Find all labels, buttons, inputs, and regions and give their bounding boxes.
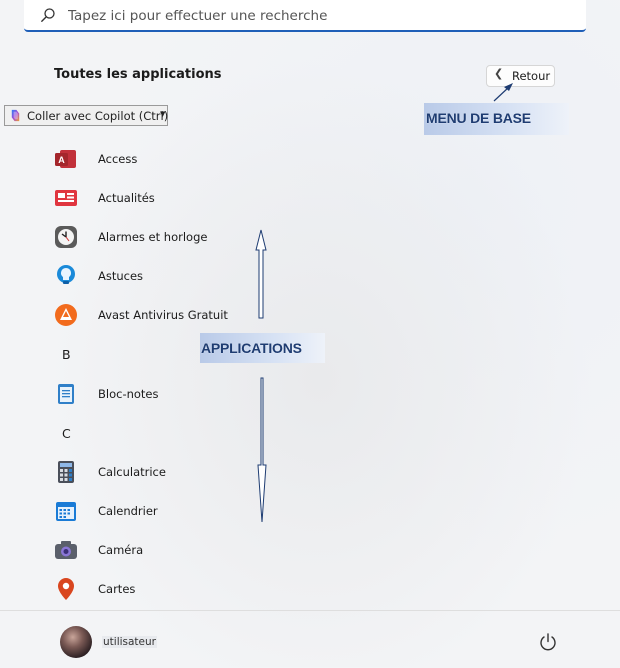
- app-actualites[interactable]: Actualités: [50, 180, 310, 216]
- avast-icon: [55, 304, 77, 326]
- app-cartes[interactable]: Cartes: [50, 571, 310, 607]
- letter-header-b[interactable]: B: [62, 347, 71, 362]
- caret-down-icon: ▼: [160, 110, 166, 118]
- calendar-icon: [56, 502, 76, 521]
- avatar[interactable]: [60, 626, 92, 658]
- annotation-applications: APPLICATIONS: [200, 333, 325, 363]
- app-access[interactable]: A Access: [50, 141, 310, 177]
- app-avast[interactable]: Avast Antivirus Gratuit: [50, 297, 310, 333]
- app-name: Actualités: [98, 191, 155, 205]
- app-camera[interactable]: Caméra: [50, 532, 310, 568]
- clock-icon: [55, 226, 77, 248]
- app-name: Avast Antivirus Gratuit: [98, 308, 228, 322]
- search-icon: [41, 8, 55, 22]
- app-alarmes-horloge[interactable]: Alarmes et horloge: [50, 219, 310, 255]
- app-name: Bloc-notes: [98, 387, 159, 401]
- app-name: Caméra: [98, 543, 144, 557]
- app-name: Astuces: [98, 269, 144, 283]
- back-button[interactable]: ❮ Retour: [486, 65, 555, 87]
- app-name: Alarmes et horloge: [98, 230, 208, 244]
- app-calculatrice[interactable]: Calculatrice: [50, 454, 310, 490]
- copilot-icon: [11, 109, 20, 122]
- letter-header-c[interactable]: C: [62, 426, 71, 441]
- page-title: Toutes les applications: [54, 67, 222, 82]
- tips-icon: [57, 265, 75, 284]
- app-name: Calculatrice: [98, 465, 166, 479]
- notepad-icon: [58, 384, 74, 404]
- app-calendrier[interactable]: Calendrier: [50, 493, 310, 529]
- search-input[interactable]: [66, 4, 550, 28]
- app-name: Access: [98, 152, 138, 166]
- news-icon: [55, 190, 77, 206]
- search-box[interactable]: [24, 0, 586, 32]
- maps-icon: [58, 578, 74, 600]
- copilot-label: Coller avec Copilot (Ctrl): [27, 109, 169, 123]
- svg-text:A: A: [58, 155, 65, 165]
- app-astuces[interactable]: Astuces: [50, 258, 310, 294]
- chevron-left-icon: ❮: [494, 67, 504, 80]
- annotation-menu-de-base: MENU DE BASE: [424, 103, 569, 135]
- back-button-label: Retour: [512, 69, 551, 83]
- start-footer: utilisateur: [0, 610, 620, 668]
- app-bloc-notes[interactable]: Bloc-notes: [50, 376, 310, 412]
- calculator-icon: [58, 461, 74, 483]
- access-icon: A: [55, 150, 76, 168]
- camera-icon: [55, 541, 77, 559]
- copilot-paste-button[interactable]: Coller avec Copilot (Ctrl) ▼: [4, 105, 168, 126]
- user-name[interactable]: utilisateur: [102, 636, 157, 648]
- power-icon[interactable]: [538, 632, 558, 652]
- app-name: Calendrier: [98, 504, 158, 518]
- app-name: Cartes: [98, 582, 136, 596]
